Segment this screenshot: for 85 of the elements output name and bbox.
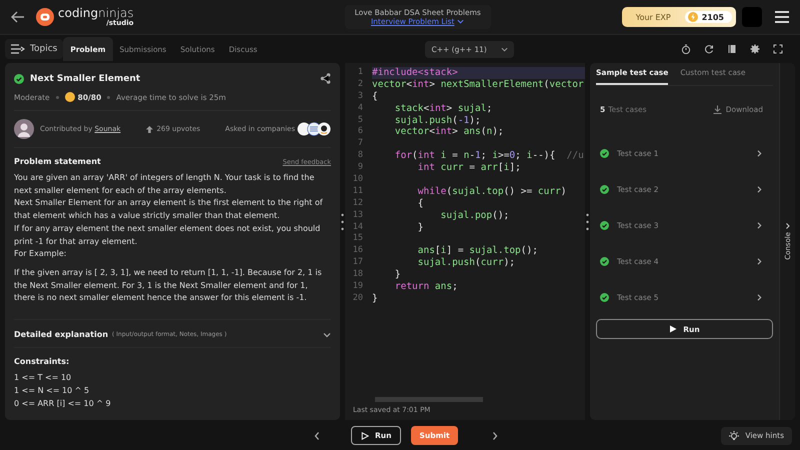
code-line: int curr = arr[i];	[416, 162, 522, 174]
line-number: 20	[352, 292, 364, 305]
code-line: sujal.push(curr);	[416, 257, 516, 270]
code-line: for(int i = n-1; i>=0; i--){ //u	[394, 150, 585, 162]
brand-name: codingninjas	[58, 7, 134, 19]
chevron-right-icon	[756, 294, 763, 300]
line-number: 19	[352, 281, 364, 293]
line-number: 12	[352, 198, 364, 210]
line-number: 16	[352, 245, 364, 258]
code-line: while(sujal.top() >= curr)	[416, 186, 568, 198]
line-number: 11	[352, 186, 364, 198]
logo-icon	[36, 8, 54, 26]
caret-icon	[500, 46, 508, 52]
code-line: stack<int> sujal;	[394, 102, 494, 115]
notes-icon[interactable]	[726, 44, 737, 54]
avatar-icon	[14, 119, 34, 139]
code-line: }	[394, 269, 402, 282]
share-icon[interactable]	[320, 73, 331, 84]
explanation-heading: Detailed explanation	[14, 330, 108, 340]
topics-icon	[11, 44, 25, 54]
line-number: 8	[356, 150, 364, 162]
previous-icon[interactable]	[313, 430, 321, 440]
code-line: {	[416, 198, 424, 210]
code-line: return ans;	[394, 281, 459, 293]
chevron-right-icon	[756, 222, 763, 228]
statement-heading: Problem statement	[14, 157, 101, 166]
constraint-line: 1 <= T <= 10	[14, 372, 72, 384]
line-number: 14	[352, 222, 364, 234]
chevron-right-icon	[756, 186, 763, 192]
code-line: sujal.push(-1);	[394, 114, 482, 126]
line-number: 3	[356, 90, 364, 103]
download-icon	[712, 105, 722, 114]
constraint-line: 1 <= N <= 10 ^ 5	[14, 385, 90, 398]
line-number: 13	[352, 210, 364, 222]
code-line: }	[416, 222, 424, 234]
line-number: 17	[352, 257, 364, 270]
chevron-down-icon	[323, 330, 331, 339]
exp-label: Your EXP	[636, 12, 671, 22]
chevron-right-icon	[756, 150, 763, 156]
constraints-heading: Constraints:	[14, 357, 70, 366]
next-icon[interactable]	[490, 430, 499, 440]
fullscreen-icon[interactable]	[772, 44, 783, 54]
drag-handle-icon[interactable]	[341, 213, 344, 231]
exp-value: 2105	[684, 11, 732, 23]
line-number: 2	[356, 78, 364, 91]
scrollbar[interactable]	[375, 397, 483, 402]
code-line: ans[i] = sujal.top();	[416, 245, 539, 258]
line-number: 4	[356, 102, 364, 115]
line-number: 10	[352, 174, 364, 186]
coin-icon	[64, 92, 75, 102]
company-logos-icon	[297, 122, 331, 136]
line-number: 15	[352, 233, 364, 246]
code-line: }	[372, 292, 379, 305]
caret-icon	[457, 18, 464, 25]
line-number: 5	[356, 114, 364, 126]
line-number: 7	[356, 138, 364, 150]
play-icon	[669, 325, 678, 333]
upvote-icon	[146, 126, 153, 132]
statement-paragraph: You are given an array 'ARR' of integers of length N. Your task is to find the next smaller element for each of the array elements.	[14, 172, 316, 197]
timer-icon[interactable]	[680, 44, 691, 54]
code-line: vector<int> nextSmallerElement(vector	[372, 78, 585, 91]
problem-title: Next Smaller Element	[30, 74, 140, 84]
settings-icon[interactable]	[750, 44, 760, 54]
example-paragraph: If the given array is [ 2, 3, 1], we need to return [1, 1, -1]. Because for 2, 1 is the Next Smaller element. For 3, 1 is the Next Smaller element and for 1, there is no next smaller element hence the answer for this element is -1.	[14, 266, 323, 304]
statement-paragraph: Next Smaller Element for an array element is the first element to the right of that element which has a value strictly smaller than that element.	[14, 197, 324, 222]
coin-icon	[688, 12, 698, 22]
drag-handle-icon[interactable]	[586, 213, 589, 231]
menu-icon[interactable]	[774, 10, 790, 24]
back-arrow-icon[interactable]	[10, 9, 26, 25]
constraint-line: 0 <= ARR [i] <= 10 ^ 9	[14, 398, 112, 410]
play-icon	[361, 432, 369, 440]
line-number: 6	[356, 126, 364, 138]
line-number: 18	[352, 269, 364, 282]
code-line: sujal.pop();	[440, 210, 510, 222]
chevron-right-icon	[756, 258, 763, 264]
refresh-icon[interactable]	[704, 44, 714, 54]
line-number: 1	[356, 67, 364, 79]
statement-paragraph: If for any array element the next smaller element does not exist, you should print -1 for that array element.	[14, 222, 322, 248]
code-line: {	[372, 90, 379, 103]
line-number: 9	[356, 162, 364, 174]
topics-button[interactable]: Topics	[5, 39, 64, 59]
statement-paragraph: For Example:	[14, 248, 68, 260]
code-line: vector<int> ans(n);	[394, 126, 505, 138]
chevron-right-icon	[784, 223, 790, 230]
lightbulb-icon	[729, 430, 740, 440]
